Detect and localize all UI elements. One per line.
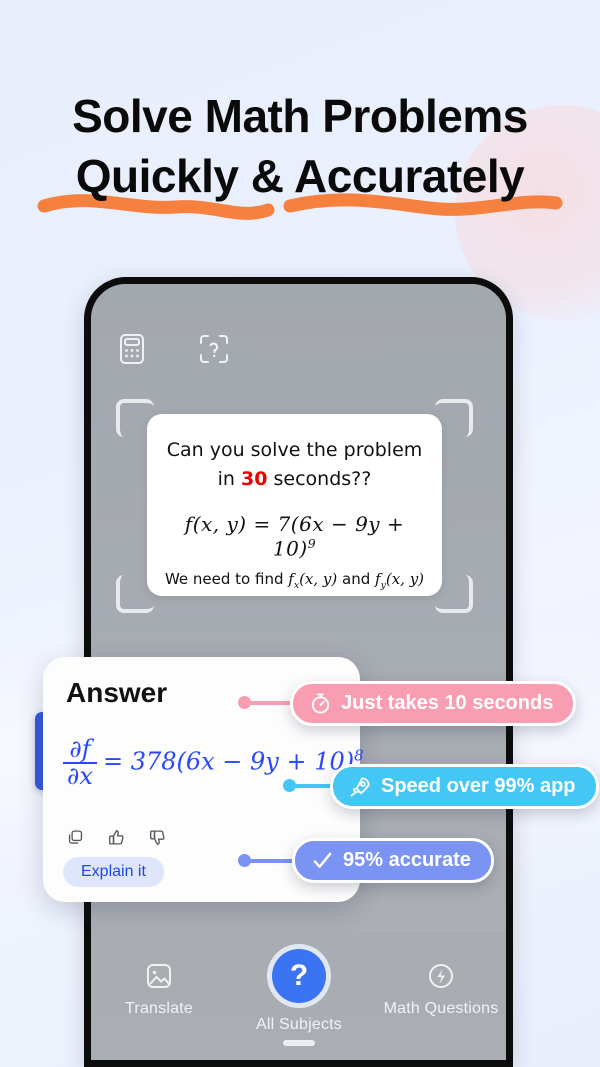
formula-args: (x, y) — [192, 512, 247, 536]
timer-icon — [311, 693, 330, 714]
screen-top-toolbar — [115, 332, 231, 366]
image-icon — [147, 964, 171, 988]
explain-it-button[interactable]: Explain it — [63, 857, 164, 887]
note-fx-args: (x, y) — [299, 569, 338, 588]
bottom-navigation-bar: Translate ? All Subjects Math Questions — [91, 932, 506, 1060]
headline-underline — [0, 176, 600, 226]
question-mark-icon: ? — [267, 944, 331, 1008]
fraction-denominator: ∂x — [63, 762, 97, 789]
badge-label-accuracy: 95% accurate — [343, 849, 471, 871]
badge-label-speed-rank: Speed over 99% app — [381, 775, 576, 797]
question-prefix: in — [217, 468, 242, 490]
badge-95-percent-accurate: 95% accurate — [292, 838, 494, 883]
problem-question-line-1: Can you solve the problem — [166, 439, 423, 461]
badge-label-speed-time: Just takes 10 seconds — [341, 692, 554, 714]
calculator-icon[interactable] — [115, 332, 149, 366]
formula-rhs: = 7(6x − 9y + 10) — [246, 512, 405, 561]
badge-speed-over-99-app: Speed over 99% app — [330, 764, 599, 809]
fraction-numerator: ∂f — [69, 735, 91, 763]
partial-derivative-fraction: ∂f ∂x — [63, 735, 97, 789]
question-suffix: seconds?? — [267, 468, 372, 490]
problem-formula: f(x, y) = 7(6x − 9y + 10)9 — [163, 512, 426, 561]
nav-item-translate[interactable]: Translate — [99, 962, 219, 1018]
note-fy-args: (x, y) — [385, 569, 425, 588]
thumbs-up-icon[interactable] — [108, 829, 125, 851]
problem-note: We need to find fx(x, y) and fy(x, y) — [163, 570, 426, 591]
scan-question-icon[interactable] — [197, 332, 231, 366]
answer-formula: ∂f ∂x = 378(6x − 9y + 10)8 — [63, 735, 364, 789]
active-indicator — [283, 1040, 315, 1046]
connector-dot-pink — [238, 696, 251, 709]
note-prefix: We need to find — [164, 569, 289, 588]
copy-icon[interactable] — [67, 829, 84, 851]
note-conjunction: and — [337, 569, 376, 588]
answer-formula-exponent: 8 — [354, 746, 364, 765]
answer-title: Answer — [66, 677, 168, 708]
problem-question-line-2: in 30 seconds?? — [163, 465, 426, 494]
thumbs-down-icon[interactable] — [149, 829, 166, 851]
check-icon — [313, 852, 332, 868]
answer-formula-body: = 378(6x − 9y + 10) — [102, 747, 355, 776]
nav-label-all-subjects: All Subjects — [256, 1016, 342, 1033]
nav-item-math-questions[interactable]: Math Questions — [381, 962, 501, 1018]
nav-item-all-subjects[interactable]: ? All Subjects — [239, 944, 359, 1046]
formula-lhs: f — [184, 512, 193, 536]
badge-just-takes-10-seconds: Just takes 10 seconds — [290, 681, 577, 726]
rocket-icon — [350, 777, 370, 797]
formula-exponent: 9 — [307, 536, 317, 551]
connector-dot-cyan — [283, 779, 296, 792]
connector-dot-blue — [238, 854, 251, 867]
answer-actions — [67, 829, 166, 851]
lightning-bolt-icon — [429, 964, 453, 988]
problem-card: Can you solve the problem in 30 seconds?… — [147, 414, 442, 596]
question-seconds-value: 30 — [241, 468, 268, 490]
nav-label-math-questions: Math Questions — [383, 1000, 499, 1017]
nav-label-translate: Translate — [125, 1000, 193, 1017]
